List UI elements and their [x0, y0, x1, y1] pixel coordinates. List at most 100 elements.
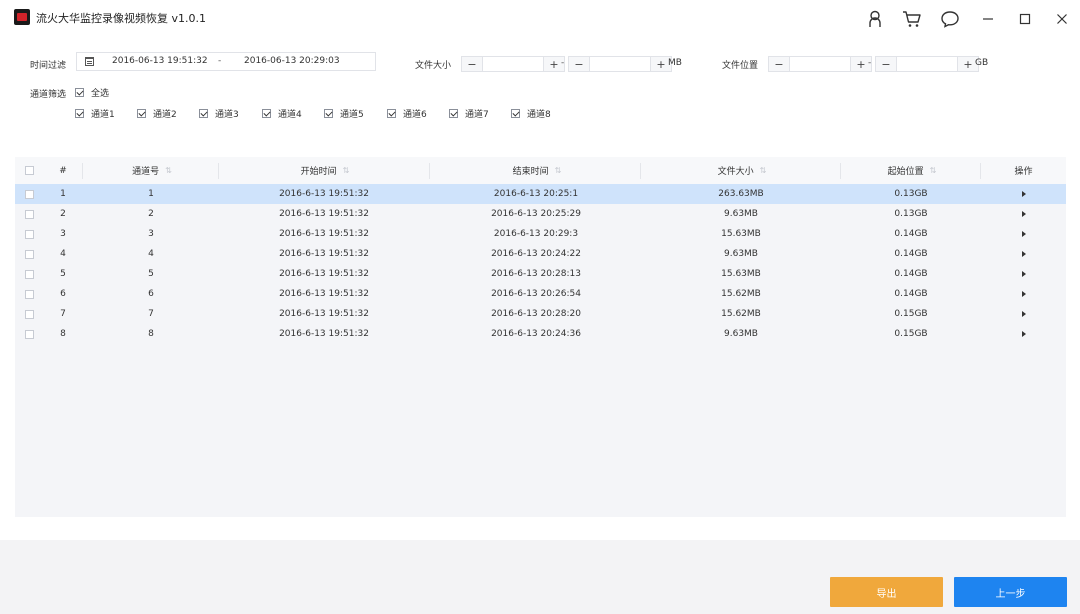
channel-checkbox-3[interactable]: 通道3 — [199, 107, 239, 120]
row-end-time: 2016-6-13 20:25:1 — [493, 189, 579, 199]
cart-icon[interactable] — [899, 6, 925, 32]
table-row[interactable]: 2 2 2016-6-13 19:51:32 2016-6-13 20:25:2… — [15, 204, 1066, 224]
sort-icon[interactable]: ⇅ — [555, 166, 562, 175]
play-icon[interactable] — [981, 204, 1066, 224]
channel-checkbox-6[interactable]: 通道6 — [387, 107, 427, 120]
row-checkbox[interactable] — [24, 309, 34, 319]
position-max-stepper[interactable]: − + — [875, 56, 979, 72]
table-row[interactable]: 3 3 2016-6-13 19:51:32 2016-6-13 20:29:3… — [15, 224, 1066, 244]
header-end-time[interactable]: 结束时间 ⇅ — [430, 157, 642, 184]
close-icon[interactable] — [1049, 6, 1075, 32]
channel-checkbox-7[interactable]: 通道7 — [449, 107, 489, 120]
row-checkbox[interactable] — [24, 209, 34, 219]
table-header: # 通道号 ⇅ 开始时间 ⇅ 结束时间 ⇅ 文件大小 ⇅ 起始位置 ⇅ 操作 — [15, 157, 1066, 184]
header-checkbox-icon[interactable] — [24, 166, 34, 175]
header-file-size[interactable]: 文件大小 ⇅ — [641, 157, 841, 184]
row-start-position: 0.15GB — [894, 309, 928, 319]
row-checkbox[interactable] — [24, 249, 34, 259]
row-start-position: 0.14GB — [894, 289, 928, 299]
previous-step-button[interactable]: 上一步 — [954, 577, 1067, 607]
date-range-picker[interactable]: 2016-06-13 19:51:32 - 2016-06-13 20:29:0… — [76, 52, 376, 71]
position-range-dash: - — [868, 58, 872, 68]
play-icon[interactable] — [981, 284, 1066, 304]
check-icon[interactable] — [262, 109, 271, 118]
play-icon[interactable] — [981, 324, 1066, 344]
minimize-icon[interactable] — [975, 6, 1001, 32]
channel-checkbox-4[interactable]: 通道4 — [262, 107, 302, 120]
sort-icon[interactable]: ⇅ — [930, 166, 937, 175]
channel-label: 通道1 — [91, 110, 115, 120]
channel-checkbox-5[interactable]: 通道5 — [324, 107, 364, 120]
app-title: 流火大华监控录像视频恢复 v1.0.1 — [36, 12, 206, 25]
position-min-input[interactable] — [789, 57, 851, 71]
row-file-size: 9.63MB — [724, 209, 758, 219]
select-all-check-icon[interactable] — [75, 88, 84, 97]
header-start-position[interactable]: 起始位置 ⇅ — [841, 157, 981, 184]
check-icon[interactable] — [511, 109, 520, 118]
row-channel: 2 — [148, 209, 154, 219]
size-max-stepper[interactable]: − + — [568, 56, 672, 72]
table-row[interactable]: 5 5 2016-6-13 19:51:32 2016-6-13 20:28:1… — [15, 264, 1066, 284]
row-checkbox[interactable] — [24, 229, 34, 239]
table-row[interactable]: 8 8 2016-6-13 19:51:32 2016-6-13 20:24:3… — [15, 324, 1066, 344]
row-file-size: 15.62MB — [721, 309, 761, 319]
position-min-decrement-button[interactable]: − — [769, 57, 789, 71]
chat-icon[interactable] — [937, 6, 963, 32]
row-file-size: 263.63MB — [718, 189, 764, 199]
sort-icon[interactable]: ⇅ — [165, 166, 172, 175]
size-max-decrement-button[interactable]: − — [569, 57, 589, 71]
header-channel[interactable]: 通道号 ⇅ — [83, 157, 219, 184]
row-start-time: 2016-6-13 19:51:32 — [279, 209, 369, 219]
time-filter-label: 时间过滤 — [30, 61, 67, 71]
channel-checkbox-2[interactable]: 通道2 — [137, 107, 177, 120]
row-file-size: 9.63MB — [724, 249, 758, 259]
check-icon[interactable] — [75, 109, 84, 118]
play-icon[interactable] — [981, 184, 1066, 204]
play-icon[interactable] — [981, 244, 1066, 264]
header-start-time[interactable]: 开始时间 ⇅ — [219, 157, 429, 184]
row-checkbox[interactable] — [24, 269, 34, 279]
table-row[interactable]: 1 1 2016-6-13 19:51:32 2016-6-13 20:25:1… — [15, 184, 1066, 204]
size-min-input[interactable] — [482, 57, 544, 71]
position-max-decrement-button[interactable]: − — [876, 57, 896, 71]
size-min-stepper[interactable]: − + — [461, 56, 565, 72]
check-icon[interactable] — [137, 109, 146, 118]
row-checkbox[interactable] — [24, 189, 34, 199]
row-checkbox[interactable] — [24, 329, 34, 339]
channel-label: 通道4 — [278, 110, 302, 120]
recording-table: # 通道号 ⇅ 开始时间 ⇅ 结束时间 ⇅ 文件大小 ⇅ 起始位置 ⇅ 操作 1 1 20… — [15, 157, 1066, 517]
table-row[interactable]: 4 4 2016-6-13 19:51:32 2016-6-13 20:24:2… — [15, 244, 1066, 264]
sort-icon[interactable]: ⇅ — [343, 166, 350, 175]
end-time-value[interactable]: 2016-06-13 20:29:03 — [244, 56, 340, 66]
size-range-dash: - — [561, 58, 565, 68]
channel-checkbox-8[interactable]: 通道8 — [511, 107, 551, 120]
check-icon[interactable] — [324, 109, 333, 118]
play-icon[interactable] — [981, 224, 1066, 244]
channel-checkbox-1[interactable]: 通道1 — [75, 107, 115, 120]
select-all-checkbox[interactable]: 全选 — [75, 86, 109, 99]
play-icon[interactable] — [981, 304, 1066, 324]
row-end-time: 2016-6-13 20:24:36 — [491, 329, 581, 339]
sort-icon[interactable]: ⇅ — [760, 166, 767, 175]
table-row[interactable]: 6 6 2016-6-13 19:51:32 2016-6-13 20:26:5… — [15, 284, 1066, 304]
select-all-label: 全选 — [91, 89, 110, 99]
size-max-input[interactable] — [589, 57, 651, 71]
row-checkbox[interactable] — [24, 289, 34, 299]
check-icon[interactable] — [387, 109, 396, 118]
user-icon[interactable] — [862, 6, 888, 32]
row-index: 7 — [60, 309, 66, 319]
position-min-stepper[interactable]: − + — [768, 56, 872, 72]
position-max-input[interactable] — [896, 57, 958, 71]
start-time-value[interactable]: 2016-06-13 19:51:32 — [112, 56, 208, 66]
table-row[interactable]: 7 7 2016-6-13 19:51:32 2016-6-13 20:28:2… — [15, 304, 1066, 324]
maximize-icon[interactable] — [1012, 6, 1038, 32]
check-icon[interactable] — [199, 109, 208, 118]
play-icon[interactable] — [981, 264, 1066, 284]
header-select-all[interactable] — [15, 157, 43, 184]
check-icon[interactable] — [449, 109, 458, 118]
channel-label: 通道2 — [153, 110, 177, 120]
export-button[interactable]: 导出 — [830, 577, 943, 607]
size-min-decrement-button[interactable]: − — [462, 57, 482, 71]
row-start-time: 2016-6-13 19:51:32 — [279, 269, 369, 279]
header-start-label: 开始时间 — [300, 167, 337, 177]
